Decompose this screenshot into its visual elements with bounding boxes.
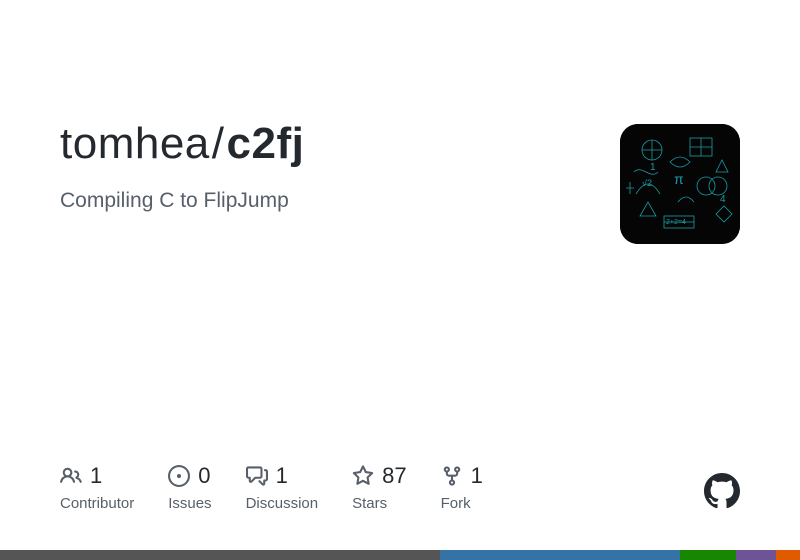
discussion-icon	[246, 465, 268, 487]
svg-text:π: π	[674, 171, 684, 187]
issue-icon	[168, 465, 190, 487]
stat-label: Fork	[441, 495, 471, 512]
svg-text:1: 1	[650, 162, 656, 173]
stat-count: 87	[382, 463, 406, 489]
stat-count: 1	[90, 463, 102, 489]
stat-label: Discussion	[246, 495, 319, 512]
stat-count: 1	[471, 463, 483, 489]
repo-owner[interactable]: tomhea	[60, 119, 210, 168]
stats-list: 1 Contributor 0 Issues 1 Discussion 87 S…	[60, 463, 483, 512]
stat-count: 0	[198, 463, 210, 489]
language-segment	[680, 550, 736, 560]
stat-stars[interactable]: 87 Stars	[352, 463, 406, 512]
stat-count: 1	[276, 463, 288, 489]
repo-avatar[interactable]: π √2 2+2=4 1 4	[620, 124, 740, 244]
stat-label: Contributor	[60, 495, 134, 512]
language-segment	[776, 550, 800, 560]
stat-issues[interactable]: 0 Issues	[168, 463, 211, 512]
stat-label: Issues	[168, 495, 211, 512]
language-segment	[0, 550, 440, 560]
stat-discussions[interactable]: 1 Discussion	[246, 463, 319, 512]
stat-forks[interactable]: 1 Fork	[441, 463, 483, 512]
language-bar	[0, 550, 800, 560]
people-icon	[60, 465, 82, 487]
star-icon	[352, 465, 374, 487]
svg-text:2+2=4: 2+2=4	[666, 219, 686, 226]
fork-icon	[441, 465, 463, 487]
github-logo-icon[interactable]	[704, 473, 740, 509]
stat-label: Stars	[352, 495, 387, 512]
stat-contributors[interactable]: 1 Contributor	[60, 463, 134, 512]
svg-text:4: 4	[720, 194, 726, 205]
repo-description: Compiling C to FlipJump	[60, 189, 620, 213]
language-segment	[736, 550, 776, 560]
svg-text:√2: √2	[642, 178, 652, 188]
language-segment	[440, 550, 680, 560]
slash: /	[212, 119, 225, 168]
repo-name[interactable]: c2fj	[227, 119, 305, 168]
repo-title: tomhea/c2fj	[60, 118, 620, 171]
